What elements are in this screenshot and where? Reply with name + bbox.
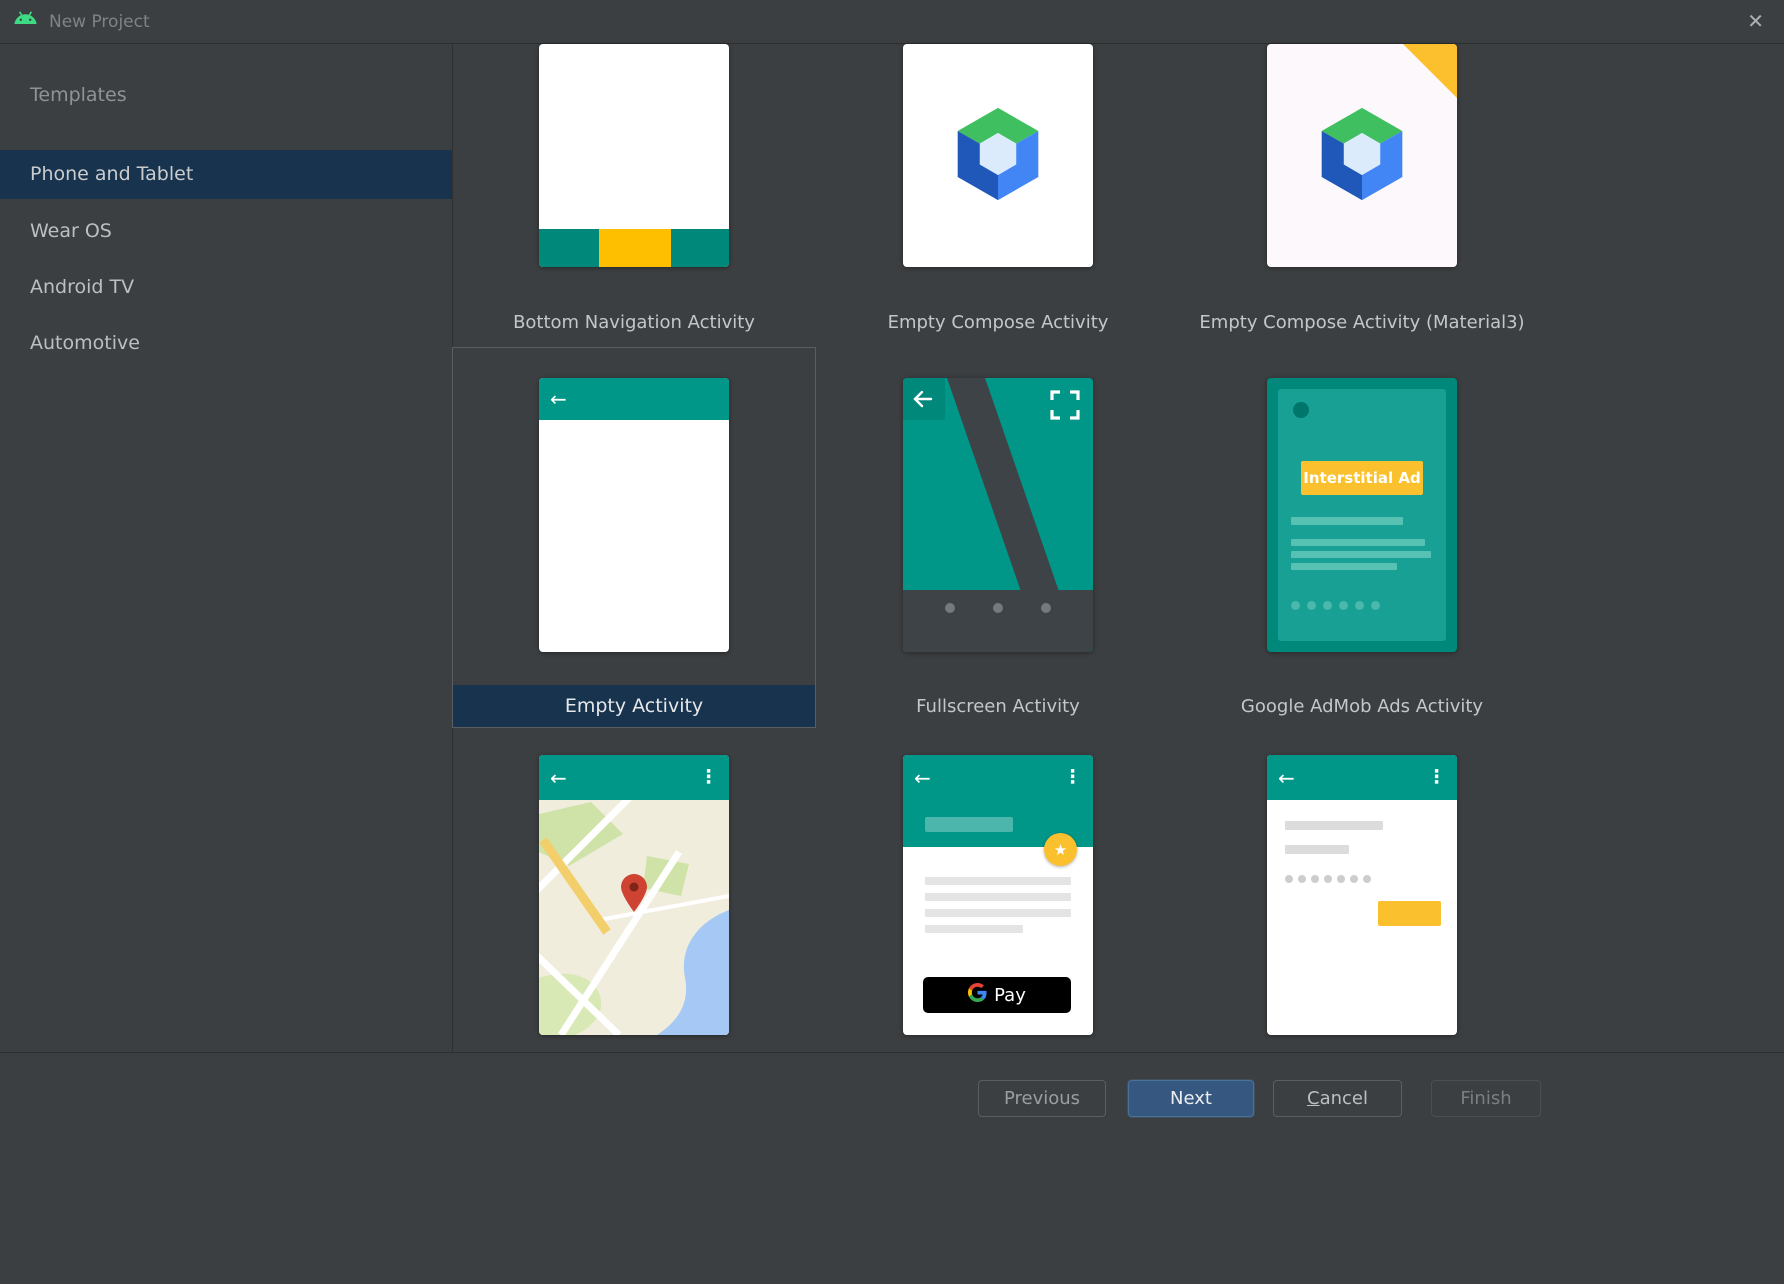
sidebar-item-automotive[interactable]: Automotive — [0, 319, 452, 368]
star-badge-icon: ★ — [1044, 833, 1077, 866]
template-label-bottom-navigation[interactable]: Bottom Navigation Activity — [452, 312, 816, 333]
placeholder-line — [925, 877, 1071, 885]
sidebar-header: Templates — [30, 84, 127, 106]
action-button-preview — [1378, 901, 1441, 926]
android-logo-icon — [12, 11, 39, 32]
map-preview — [539, 800, 729, 1035]
template-label-fullscreen[interactable]: Fullscreen Activity — [816, 696, 1180, 717]
sidebar-item-phone-and-tablet[interactable]: Phone and Tablet — [0, 150, 452, 199]
template-card-fullscreen[interactable] — [903, 378, 1093, 652]
camera-dot-icon — [1293, 402, 1309, 418]
placeholder-line — [1291, 517, 1403, 525]
back-arrow-icon: ← — [914, 768, 931, 788]
bottom-nav-bar-preview — [539, 229, 729, 267]
password-dots — [1285, 875, 1371, 883]
gpay-button-label: Pay — [994, 985, 1026, 1006]
placeholder-line — [1291, 539, 1425, 546]
template-label-empty-activity[interactable]: Empty Activity — [453, 685, 815, 727]
template-card-bottom-navigation[interactable] — [539, 44, 729, 267]
google-g-icon — [968, 983, 987, 1007]
back-arrow-icon: ← — [550, 389, 567, 409]
placeholder-dots — [1291, 601, 1380, 610]
empty-activity-preview[interactable]: ← — [539, 378, 729, 652]
footer-divider — [0, 1052, 1784, 1053]
title-bar: New Project — [0, 0, 1784, 44]
new-project-dialog: New Project ✕ Templates Phone and Tablet… — [0, 0, 1784, 1284]
kebab-menu-icon: ⋮ — [1063, 768, 1082, 787]
window-title: New Project — [49, 12, 150, 32]
finish-button[interactable]: Finish — [1431, 1080, 1541, 1117]
interstitial-ad-badge: Interstitial Ad — [1301, 461, 1423, 495]
placeholder-line — [1285, 821, 1383, 830]
placeholder-line — [925, 909, 1071, 917]
previous-button[interactable]: Previous — [978, 1080, 1106, 1117]
placeholder-line — [1291, 551, 1431, 558]
placeholder-line — [925, 925, 1023, 933]
fullscreen-preview — [903, 378, 1093, 652]
back-arrow-icon: ← — [550, 768, 567, 788]
sidebar-item-wear-os[interactable]: Wear OS — [0, 207, 452, 256]
template-card-admob[interactable]: Interstitial Ad — [1267, 378, 1457, 652]
placeholder-line — [925, 893, 1071, 901]
placeholder-line — [1285, 845, 1349, 854]
kebab-menu-icon: ⋮ — [699, 768, 718, 787]
admob-screen-preview: Interstitial Ad — [1278, 389, 1446, 641]
template-label-admob[interactable]: Google AdMob Ads Activity — [1180, 696, 1544, 717]
sidebar-item-android-tv[interactable]: Android TV — [0, 263, 452, 312]
back-arrow-icon: ← — [1278, 768, 1295, 788]
placeholder-line — [1291, 563, 1397, 570]
gpay-button-preview: Pay — [923, 977, 1071, 1013]
kebab-menu-icon: ⋮ — [1427, 768, 1446, 787]
template-card-empty-compose-material3[interactable] — [1267, 44, 1457, 267]
material3-corner-ribbon — [1403, 44, 1457, 98]
template-card-google-pay[interactable]: ← ⋮ ★ Pay — [903, 755, 1093, 1035]
cancel-button[interactable]: Cancel — [1273, 1080, 1402, 1117]
template-label-empty-compose-material3[interactable]: Empty Compose Activity (Material3) — [1180, 312, 1544, 333]
jetpack-compose-logo-icon — [950, 101, 1046, 211]
close-icon[interactable]: ✕ — [1747, 9, 1764, 33]
template-card-google-maps[interactable]: ← ⋮ — [539, 755, 729, 1035]
placeholder-heading — [925, 817, 1013, 832]
template-card-empty-compose[interactable] — [903, 44, 1093, 267]
template-label-empty-compose[interactable]: Empty Compose Activity — [816, 312, 1180, 333]
jetpack-compose-logo-icon — [1314, 101, 1410, 211]
next-button[interactable]: Next — [1128, 1080, 1254, 1117]
template-card-login[interactable]: ← ⋮ — [1267, 755, 1457, 1035]
